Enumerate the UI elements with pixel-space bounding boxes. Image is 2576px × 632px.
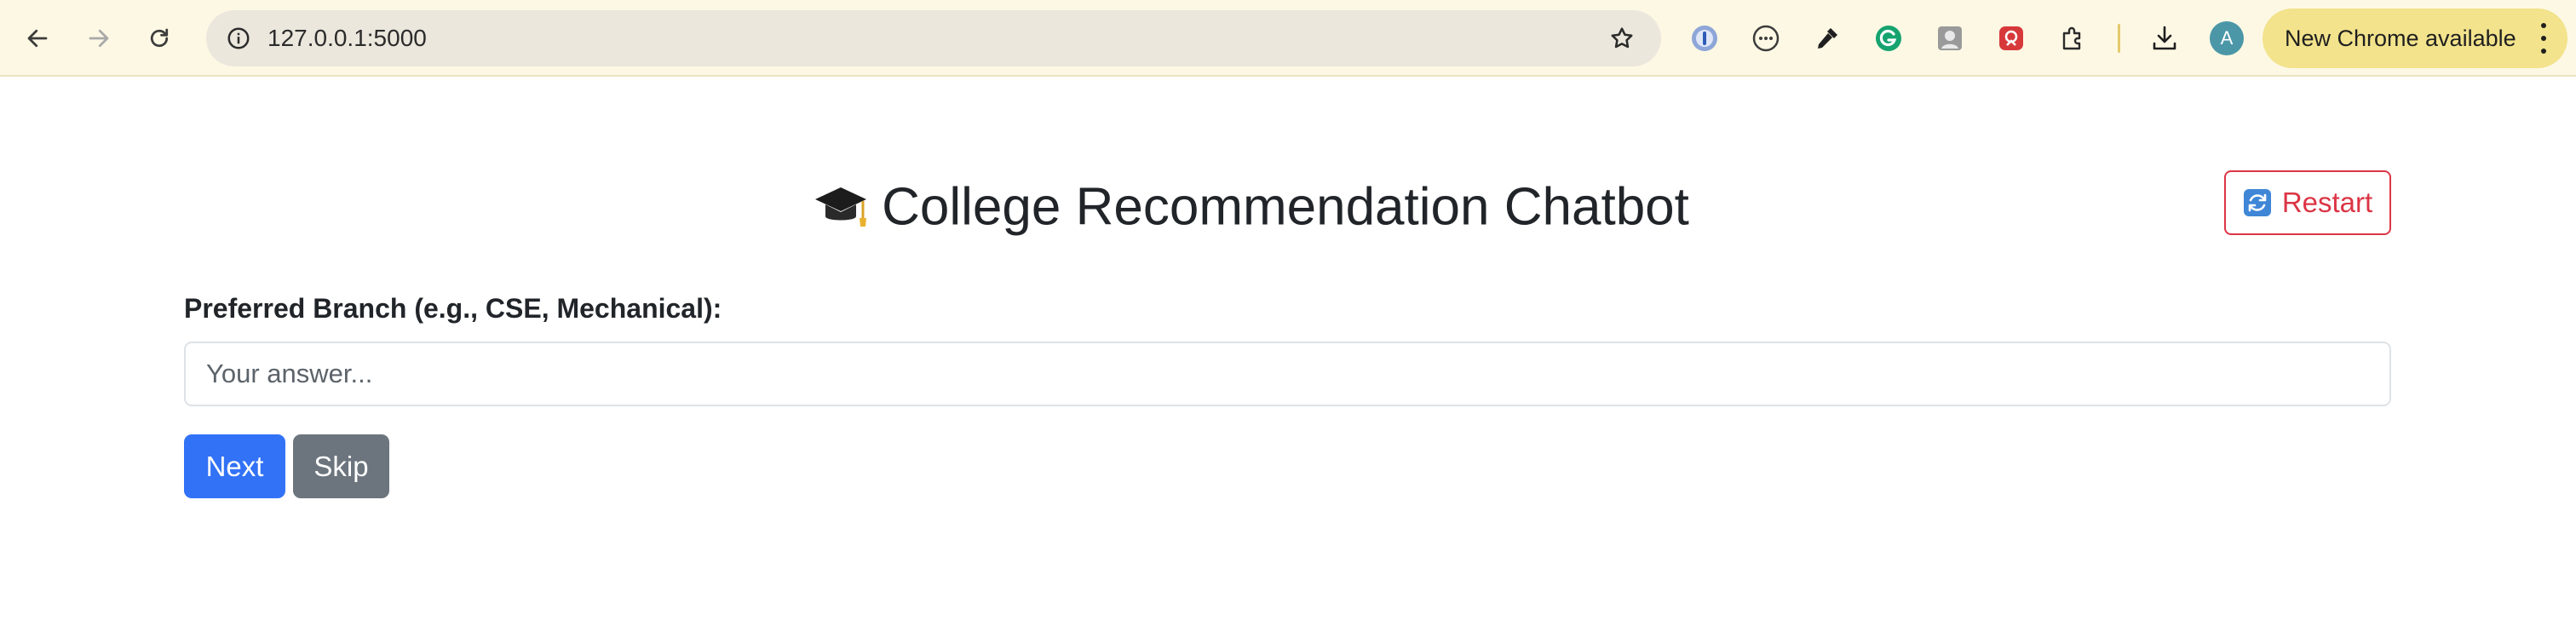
star-icon [1611, 27, 1633, 49]
next-button[interactable]: Next [184, 434, 285, 498]
shield-extension[interactable] [1992, 19, 2031, 58]
answer-input[interactable] [184, 342, 2391, 406]
page-title-text: College Recommendation Chatbot [882, 177, 1689, 237]
dots-extension[interactable] [1746, 19, 1785, 58]
forward-button[interactable] [80, 20, 118, 57]
shield-extension-icon [1999, 26, 2023, 50]
toolbar-separator [2118, 24, 2120, 53]
graduation-cap-icon [812, 179, 870, 237]
arrow-left-icon [27, 29, 48, 48]
restart-icon [2243, 189, 2271, 216]
page-title: College Recommendation Chatbot [0, 167, 2501, 245]
restart-label: Restart [2281, 187, 2373, 218]
update-chrome-button[interactable]: New Chrome available [2263, 9, 2567, 68]
1password-extension[interactable] [1685, 19, 1724, 58]
grammarly-icon [1876, 26, 1901, 51]
extensions-menu-button[interactable] [2053, 19, 2092, 58]
dots-circle-icon [1752, 25, 1780, 52]
arrow-right-icon [89, 29, 109, 48]
grammarly-extension[interactable] [1869, 19, 1908, 58]
reload-icon [150, 28, 169, 48]
1password-icon [1692, 26, 1717, 51]
back-button[interactable] [19, 20, 56, 57]
puzzle-extensions-icon [2062, 26, 2081, 50]
info-icon [227, 27, 250, 49]
address-bar[interactable]: 127.0.0.1:5000 [206, 10, 1661, 66]
kebab-menu-icon [2535, 23, 2552, 54]
question-label: Preferred Branch (e.g., CSE, Mechanical)… [184, 293, 722, 324]
bookmark-star-button[interactable] [1603, 20, 1641, 57]
eyedropper-icon [1818, 28, 1837, 49]
update-chrome-label: New Chrome available [2285, 26, 2516, 51]
restart-button[interactable]: Restart [2224, 170, 2391, 235]
portrait-icon [1938, 26, 1962, 50]
download-icon [2153, 26, 2176, 50]
profile-avatar[interactable]: A [2210, 21, 2244, 55]
skip-button[interactable]: Skip [293, 434, 389, 498]
reload-button[interactable] [141, 20, 178, 57]
eyedropper-extension[interactable] [1808, 19, 1847, 58]
downloads-button[interactable] [2145, 19, 2184, 58]
browser-toolbar: 127.0.0.1:5000 A New Chrome available [0, 0, 2576, 77]
portrait-extension[interactable] [1930, 19, 1969, 58]
site-info-button[interactable] [220, 20, 257, 57]
url-text[interactable]: 127.0.0.1:5000 [267, 10, 427, 66]
